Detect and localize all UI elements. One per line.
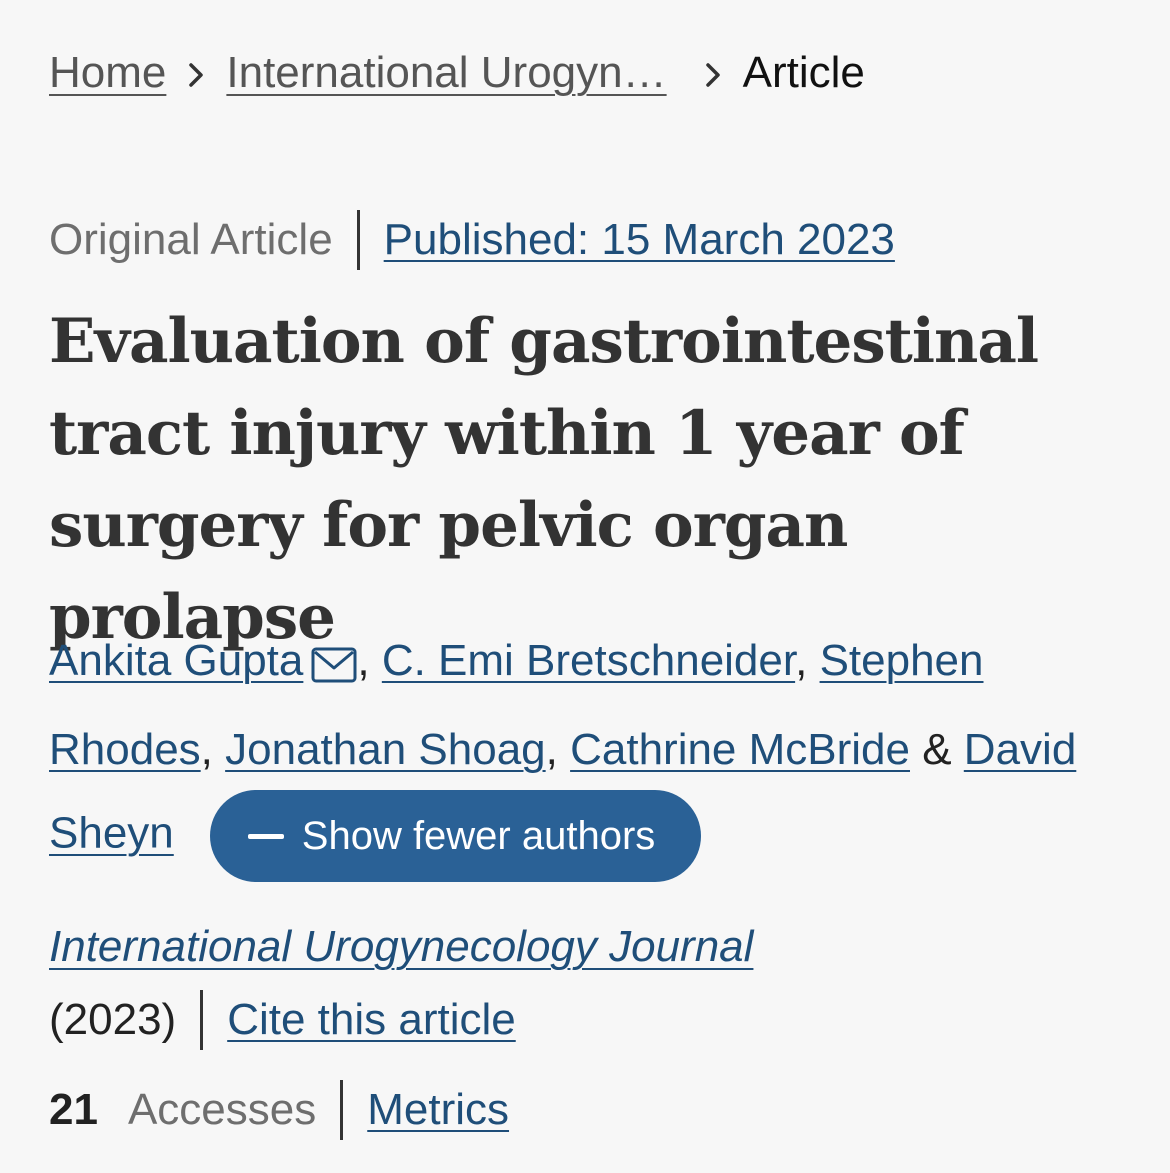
metrics-link[interactable]: Metrics <box>367 1085 509 1135</box>
envelope-icon[interactable] <box>311 628 357 709</box>
accesses-count: 21 <box>49 1085 98 1134</box>
metrics-row: 21 Accesses Metrics <box>49 1080 509 1140</box>
citation-divider <box>200 990 204 1050</box>
author-separator: , <box>357 636 382 685</box>
breadcrumb-current: Article <box>742 48 865 97</box>
author-list: Ankita Gupta, C. Emi Bretschneider, Step… <box>49 620 1129 882</box>
author-separator: , <box>545 725 571 774</box>
show-fewer-authors-label: Show fewer authors <box>301 813 656 858</box>
breadcrumb: Home International Urogyn… Article <box>49 48 865 98</box>
chevron-right-icon <box>683 48 743 98</box>
author-link[interactable]: Ankita Gupta <box>49 636 303 685</box>
author-link[interactable]: C. Emi Bretschneider <box>382 636 795 685</box>
journal-link[interactable]: International Urogynecology Journal <box>49 922 753 972</box>
author-separator: , <box>200 725 226 774</box>
show-fewer-authors-button[interactable]: Show fewer authors <box>209 790 702 882</box>
cite-article-link[interactable]: Cite this article <box>227 995 516 1045</box>
article-type: Original Article <box>49 215 333 264</box>
article-title: Evaluation of gastrointestinal tract inj… <box>49 306 1039 653</box>
article-meta: Original Article Published: 15 March 202… <box>49 210 895 270</box>
accesses-label: Accesses <box>127 1085 317 1134</box>
author-separator-amp: & <box>910 725 964 774</box>
metrics-divider <box>340 1080 344 1140</box>
chevron-right-icon <box>166 48 226 98</box>
author-link[interactable]: Jonathan Shoag <box>225 725 546 774</box>
breadcrumb-journal-link[interactable]: International Urogyn… <box>226 48 666 98</box>
meta-divider <box>356 210 360 270</box>
citation-row: (2023) Cite this article <box>49 990 516 1050</box>
breadcrumb-home-link[interactable]: Home <box>49 48 166 98</box>
author-separator: , <box>795 636 820 685</box>
minus-icon <box>247 833 284 839</box>
publication-year: (2023) <box>49 995 177 1044</box>
author-link[interactable]: Cathrine McBride <box>570 725 910 774</box>
published-date-link[interactable]: Published: 15 March 2023 <box>384 215 895 265</box>
